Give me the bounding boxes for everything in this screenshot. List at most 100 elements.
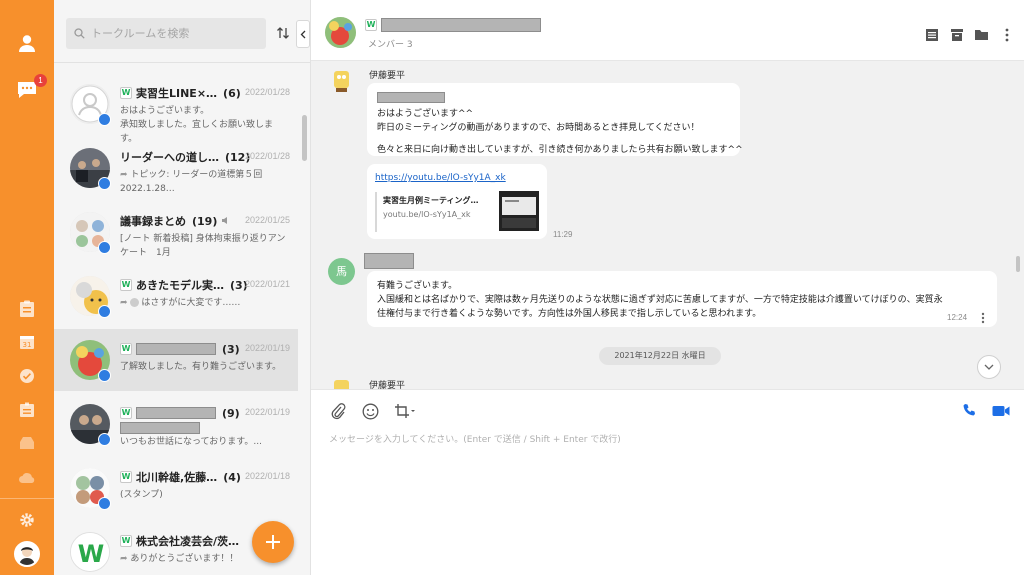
room-item[interactable]: 議事録まとめ (19) 2022/01/25 [ノート 新着投稿] 身体拘束振り… xyxy=(54,201,298,263)
works-icon: W xyxy=(120,471,132,483)
room-item[interactable]: W 北川幹雄,佐藤… (4) 2022/01/18 (スタンプ) xyxy=(54,457,298,519)
link-preview-title: 実習生月例ミーティング… xyxy=(383,196,479,205)
sender-avatar xyxy=(328,377,355,389)
room-preview-line: (スタンプ) xyxy=(120,490,163,500)
message-line: おはようございます^^ xyxy=(377,109,474,119)
scroll-to-bottom-button[interactable] xyxy=(977,355,1001,379)
note-icon[interactable] xyxy=(15,297,39,321)
more-vertical-icon[interactable] xyxy=(999,27,1014,42)
message-line: 有難うございます。 xyxy=(377,281,458,291)
message-line: 色々と来日に向け動き出していますが、引き続き何かありましたら共有お願い致します^… xyxy=(377,145,743,155)
sender-avatar: 馬 xyxy=(328,258,355,285)
note-list-icon[interactable] xyxy=(924,27,939,42)
message-time: 11:29 xyxy=(553,230,573,239)
search-box xyxy=(66,18,266,49)
chat-header: W メンバー 3 xyxy=(311,0,1024,61)
link-preview-card[interactable]: https://youtu.be/lO-sYy1A_xk 実習生月例ミーティング… xyxy=(367,164,547,239)
my-avatar[interactable] xyxy=(14,541,40,567)
room-member-count: (6) xyxy=(223,86,241,100)
works-icon: W xyxy=(120,279,132,291)
group-icon xyxy=(98,241,111,254)
link-url[interactable]: https://youtu.be/lO-sYy1A_xk xyxy=(375,173,506,183)
crop-capture-icon[interactable] xyxy=(393,402,417,420)
message-line: 住権付与まで行き着くような勢いです。方向性は外国人移民まで指し示していると思われ… xyxy=(377,309,762,319)
preview-quote-bar xyxy=(375,192,377,232)
task-check-icon[interactable] xyxy=(15,364,39,388)
room-preview-line: 了解致しました。有り難うございます。 xyxy=(120,362,282,372)
message-time: 12:24 xyxy=(947,313,968,322)
works-icon: W xyxy=(365,19,377,31)
message-scrollbar[interactable] xyxy=(1016,256,1020,272)
room-name: 株式会社凌芸会/茨… xyxy=(136,535,240,548)
video-thumbnail xyxy=(499,191,539,231)
room-item[interactable]: W あきたモデル実… (3) 2022/01/21 ➦ はさすがに大変です…… xyxy=(54,265,298,327)
collapse-panel-button[interactable] xyxy=(296,20,310,48)
room-date: 2022/01/28 xyxy=(244,87,290,97)
message-bubble[interactable]: おはようございます^^ 昨日のミーティングの動画がありますので、お時間あるとき拝… xyxy=(367,83,743,156)
attach-paperclip-icon[interactable] xyxy=(329,402,347,420)
room-item[interactable]: リーダーへの道し… (12) 2022/01/28 ➦ トピック: リーダーの道… xyxy=(54,137,298,199)
room-preview-line: [ノート 新着投稿] 身体拘束振り返りアン xyxy=(120,234,286,244)
redacted-room-title xyxy=(381,18,541,32)
board-icon[interactable] xyxy=(15,398,39,422)
settings-gear-icon[interactable] xyxy=(15,508,39,532)
inbox-icon[interactable] xyxy=(15,431,39,455)
message-bubble[interactable]: 有難うございます。 入国緩和とは名ばかりで、実際は数ヶ月先送りのような状態に過ぎ… xyxy=(367,271,997,327)
emoji-icon[interactable] xyxy=(361,402,379,420)
room-member-count: (4) xyxy=(223,470,241,484)
redacted-mention xyxy=(377,92,445,103)
group-icon xyxy=(98,433,111,446)
sort-icon[interactable] xyxy=(274,24,292,42)
message-line xyxy=(377,135,730,143)
profile-icon[interactable] xyxy=(15,31,39,55)
room-list: W 実習生LINE×… (6) 2022/01/28 おはようございます。 承知… xyxy=(54,63,311,575)
room-date: 2022/01/19 xyxy=(244,343,290,353)
room-item[interactable]: W (9) 2022/01/19 いつもお世話になっております。... xyxy=(54,393,298,455)
member-count[interactable]: メンバー 3 xyxy=(368,37,413,50)
search-input[interactable] xyxy=(91,27,261,40)
sender-name: 伊藤要平 xyxy=(369,381,406,389)
room-member-count: (19) xyxy=(192,214,218,228)
room-name: 議事録まとめ xyxy=(120,215,186,228)
room-list-scrollbar[interactable] xyxy=(302,115,307,161)
room-avatar: W xyxy=(70,532,110,572)
rail-divider xyxy=(0,498,54,499)
message-more-icon[interactable] xyxy=(981,312,985,324)
room-list-panel: W 実習生LINE×… (6) 2022/01/28 おはようございます。 承知… xyxy=(54,0,311,575)
room-member-count: (9) xyxy=(222,406,240,420)
reply-arrow-icon: ➦ xyxy=(120,554,131,564)
room-date: 2022/01/28 xyxy=(244,151,290,161)
redacted-room-name xyxy=(136,343,216,355)
notification-badge: 1 xyxy=(34,74,47,87)
cloud-icon[interactable] xyxy=(15,465,39,489)
left-rail: 1 31 xyxy=(0,0,54,575)
voice-call-icon[interactable] xyxy=(962,402,976,421)
message-composer xyxy=(311,389,1024,575)
video-call-icon[interactable] xyxy=(992,402,1010,421)
archive-icon[interactable] xyxy=(949,27,964,42)
chat-room-avatar xyxy=(325,17,356,48)
reply-arrow-icon: ➦ xyxy=(120,298,131,308)
works-icon: W xyxy=(120,87,132,99)
room-preview-line: いつもお世話になっております。... xyxy=(120,437,262,447)
link-preview-domain: youtu.be/lO-sYy1A_xk xyxy=(383,210,471,219)
room-preview-line: おはようございます。 xyxy=(120,106,210,116)
sender-avatar xyxy=(328,68,355,95)
redacted-text xyxy=(120,421,200,434)
calendar-icon[interactable]: 31 xyxy=(15,330,39,354)
new-chat-plus-button[interactable] xyxy=(252,521,294,563)
room-name: 実習生LINE×… xyxy=(136,87,218,100)
message-input[interactable] xyxy=(329,430,1009,450)
room-name: リーダーへの道し… xyxy=(120,151,219,164)
group-icon xyxy=(98,497,111,510)
message-line: 入国緩和とは名ばかりで、実際は数ヶ月先送りのような状態に過ぎず対応に苦慮してます… xyxy=(377,295,943,305)
room-item-selected[interactable]: W (3) 2022/01/19 了解致しました。有り難うございます。 xyxy=(54,329,298,391)
svg-text:31: 31 xyxy=(23,341,32,349)
room-name: あきたモデル実… xyxy=(136,279,224,292)
folder-icon[interactable] xyxy=(974,27,989,42)
room-item[interactable]: W 実習生LINE×… (6) 2022/01/28 おはようございます。 承知… xyxy=(54,73,298,144)
message-list: 伊藤要平 おはようございます^^ 昨日のミーティングの動画がありますので、お時間… xyxy=(311,61,1024,389)
group-icon xyxy=(98,369,111,382)
room-date: 2022/01/25 xyxy=(244,215,290,225)
works-icon: W xyxy=(120,535,132,547)
